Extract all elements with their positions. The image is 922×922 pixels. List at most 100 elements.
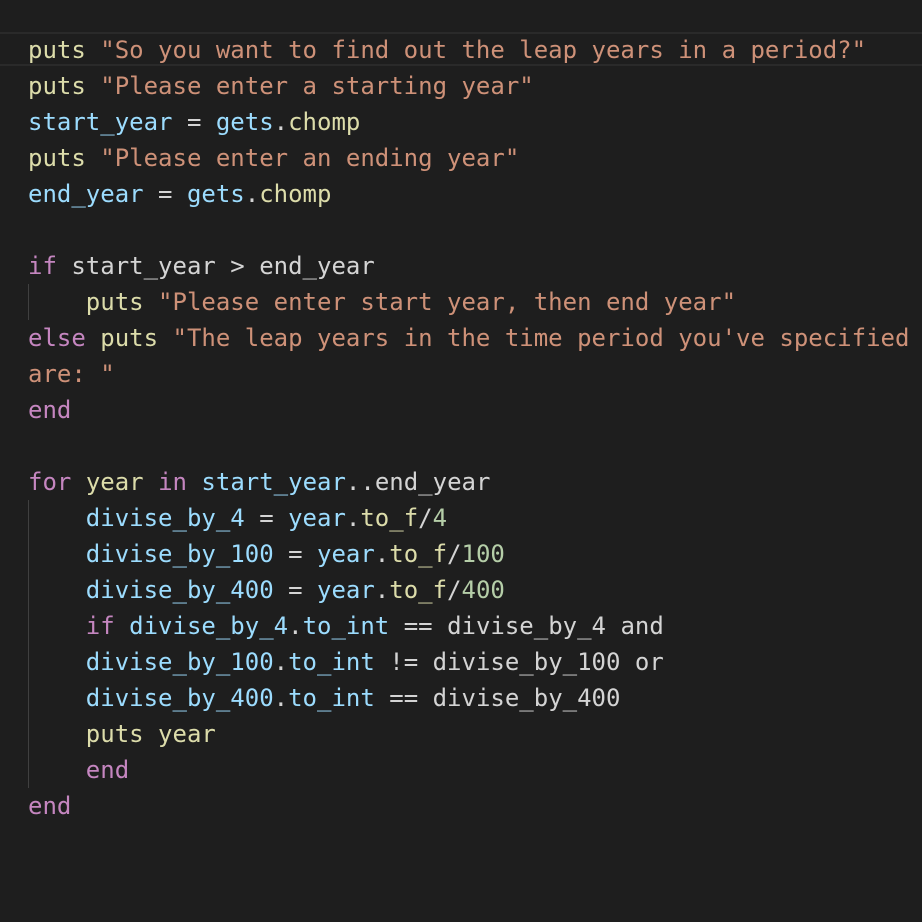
code-token: .: [288, 612, 303, 640]
code-token: divise_by_100: [85, 648, 274, 676]
code-line[interactable]: puts "Please enter an ending year": [28, 140, 909, 176]
code-token: to_f: [360, 504, 419, 532]
indent-guide: [28, 716, 29, 752]
code-token: year: [288, 504, 346, 532]
code-token: =: [273, 576, 317, 604]
code-token: 400: [461, 576, 505, 604]
indent-guide: [28, 500, 29, 536]
code-line[interactable]: start_year = gets.chomp: [28, 104, 909, 140]
code-line[interactable]: if divise_by_4.to_int == divise_by_4 and: [28, 608, 909, 644]
code-line[interactable]: divise_by_4 = year.to_f/4: [28, 500, 909, 536]
code-token: puts: [28, 144, 86, 172]
code-token: .: [273, 108, 289, 136]
code-token: puts: [100, 324, 159, 352]
code-token: "The leap years in the time period you'v…: [172, 324, 910, 352]
code-token: puts: [28, 36, 86, 64]
code-token: chomp: [259, 180, 332, 208]
code-line[interactable]: puts "Please enter a starting year": [28, 68, 909, 104]
code-token: end: [85, 756, 130, 784]
code-line[interactable]: puts "Please enter start year, then end …: [28, 284, 909, 320]
code-token: to_int: [288, 684, 375, 712]
indent-guide: [28, 752, 29, 788]
code-token: =: [273, 540, 317, 568]
code-token: .: [345, 504, 361, 532]
code-token: 4: [432, 504, 448, 532]
code-line[interactable]: [28, 428, 909, 464]
code-token: are: ": [28, 360, 115, 388]
code-token: divise_by_4: [129, 612, 289, 640]
indent-guide: [28, 536, 29, 572]
code-token: end: [28, 396, 72, 424]
code-line[interactable]: divise_by_100 = year.to_f/100: [28, 536, 909, 572]
code-line[interactable]: divise_by_400 = year.to_f/400: [28, 572, 909, 608]
code-token: puts: [28, 72, 86, 100]
indent-guide: [28, 572, 29, 608]
code-token: =: [244, 504, 289, 532]
code-token: 100: [461, 540, 505, 568]
code-token: /: [447, 576, 462, 604]
code-token: to_int: [302, 612, 390, 640]
code-token: != divise_by_100 or: [374, 648, 664, 676]
code-token: end_year: [28, 180, 144, 208]
code-token: chomp: [288, 108, 361, 136]
code-token: to_f: [389, 576, 448, 604]
code-token: divise_by_100: [85, 540, 274, 568]
code-line[interactable]: end: [28, 392, 909, 428]
code-token: to_int: [288, 648, 375, 676]
code-line[interactable]: else puts "The leap years in the time pe…: [28, 320, 909, 356]
code-token: year: [317, 576, 375, 604]
code-line[interactable]: if start_year > end_year: [28, 248, 909, 284]
indent-guide: [28, 284, 29, 320]
code-token: gets: [186, 180, 245, 208]
code-token: .: [273, 684, 289, 712]
code-token: gets: [215, 108, 274, 136]
code-token: else: [28, 324, 86, 352]
code-editor[interactable]: puts "So you want to find out the leap y…: [0, 0, 922, 922]
code-line[interactable]: for year in start_year..end_year: [28, 464, 909, 500]
indent-guide: [28, 680, 29, 716]
code-token: end: [28, 792, 72, 820]
code-token: year: [158, 720, 216, 748]
code-token: .: [374, 540, 390, 568]
code-token: /: [418, 504, 433, 532]
indent-guide: [28, 644, 29, 680]
code-line[interactable]: puts "So you want to find out the leap y…: [28, 32, 909, 68]
code-token: year: [85, 468, 144, 496]
code-token: start_year: [28, 108, 173, 136]
code-token: .: [273, 648, 289, 676]
code-token: "Please enter start year, then end year": [158, 288, 737, 316]
code-line[interactable]: end_year = gets.chomp: [28, 176, 909, 212]
code-token: divise_by_4: [85, 504, 245, 532]
code-line[interactable]: puts year: [28, 716, 909, 752]
code-line[interactable]: divise_by_100.to_int != divise_by_100 or: [28, 644, 909, 680]
code-area[interactable]: puts "So you want to find out the leap y…: [28, 32, 909, 824]
code-token: start_year: [201, 468, 346, 496]
code-token: to_f: [389, 540, 448, 568]
code-token: .: [374, 576, 390, 604]
code-line[interactable]: end: [28, 752, 909, 788]
code-token: =: [172, 108, 216, 136]
code-line[interactable]: [28, 212, 909, 248]
code-line[interactable]: are: ": [28, 356, 909, 392]
code-token: for: [28, 468, 72, 496]
code-line[interactable]: end: [28, 788, 909, 824]
code-token: =: [143, 180, 187, 208]
code-token: == divise_by_400: [374, 684, 621, 712]
code-token: if: [85, 612, 115, 640]
code-line[interactable]: divise_by_400.to_int == divise_by_400: [28, 680, 909, 716]
